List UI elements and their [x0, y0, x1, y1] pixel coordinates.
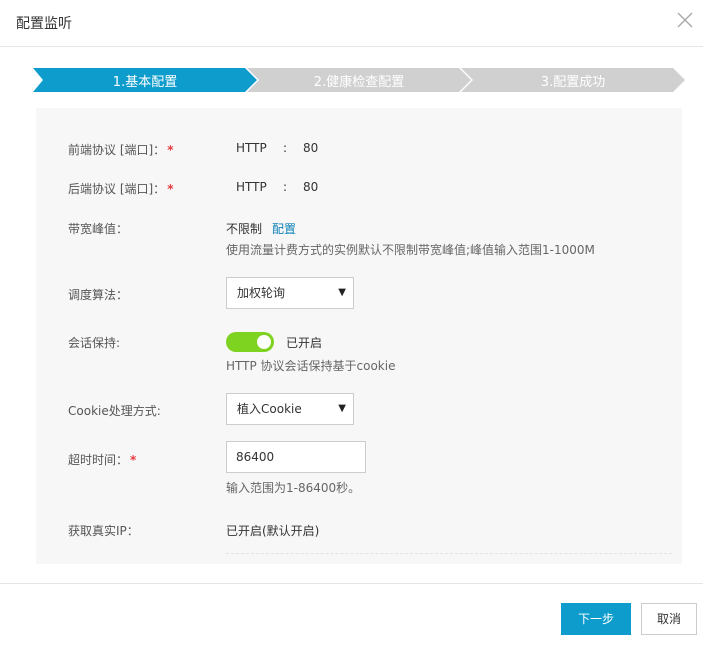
cancel-button[interactable]: 取消 [641, 603, 697, 635]
step-3: 3.配置成功 [461, 68, 685, 92]
step-1-label: 1.基本配置 [112, 74, 178, 90]
session-hint: HTTP 协议会话保持基于cookie [226, 359, 396, 373]
bandwidth-value: 不限制 [226, 222, 263, 236]
dialog-title: 配置监听 [16, 16, 72, 32]
backend-port-value: 80 [303, 180, 319, 194]
step-2-label: 2.健康检查配置 [313, 74, 405, 90]
required-mark: * [167, 143, 174, 157]
cookie-select[interactable]: 植入Cookie ▼ [226, 393, 354, 425]
step-3-label: 3.配置成功 [540, 74, 606, 90]
session-label: 会话保持: [68, 336, 121, 350]
timeout-hint: 输入范围为1-86400秒。 [226, 481, 361, 495]
timeout-label-text: 超时时间： [68, 453, 129, 467]
realip-value: 已开启(默认开启) [226, 524, 320, 538]
session-toggle[interactable] [226, 332, 274, 352]
backend-label-text: 后端协议 [端口]： [68, 182, 166, 196]
step-1: 1.基本配置 [33, 68, 257, 92]
next-button[interactable]: 下一步 [561, 603, 631, 635]
backend-separator: : [283, 180, 288, 194]
bandwidth-config-link[interactable]: 配置 [272, 222, 296, 236]
algorithm-select[interactable]: 加权轮询 ▼ [226, 277, 354, 309]
caret-down-icon: ▼ [338, 403, 346, 414]
step-progress: 1.基本配置 2.健康检查配置 3.配置成功 [33, 68, 685, 92]
algorithm-selected: 加权轮询 [237, 286, 286, 300]
frontend-separator: : [283, 141, 288, 155]
toggle-knob [257, 335, 271, 349]
frontend-port-value: 80 [303, 141, 319, 155]
timeout-label: 超时时间： * [68, 451, 136, 468]
backend-protocol-value: HTTP [236, 180, 267, 194]
bandwidth-hint: 使用流量计费方式的实例默认不限制带宽峰值;峰值输入范围1-1000M [226, 243, 595, 257]
close-icon[interactable] [675, 10, 695, 30]
frontend-protocol-value: HTTP [236, 141, 267, 155]
backend-protocol-label: 后端协议 [端口]： * [68, 180, 173, 197]
divider [226, 553, 672, 554]
bandwidth-label: 带宽峰值： [68, 222, 129, 236]
cookie-label: Cookie处理方式: [68, 404, 161, 418]
cookie-selected: 植入Cookie [237, 402, 302, 416]
required-mark: * [167, 182, 174, 196]
footer-divider [0, 583, 703, 584]
required-mark: * [130, 453, 137, 467]
session-status: 已开启 [286, 336, 323, 350]
bandwidth-value-row: 不限制 配置 [226, 220, 296, 237]
algorithm-label: 调度算法： [68, 288, 129, 302]
frontend-protocol-label: 前端协议 [端口]： * [68, 141, 173, 158]
step-2: 2.健康检查配置 [247, 68, 471, 92]
dialog-header: 配置监听 [0, 0, 703, 47]
realip-label: 获取真实IP： [68, 524, 139, 538]
timeout-input[interactable] [226, 441, 366, 473]
caret-down-icon: ▼ [338, 287, 346, 298]
frontend-label-text: 前端协议 [端口]： [68, 143, 166, 157]
